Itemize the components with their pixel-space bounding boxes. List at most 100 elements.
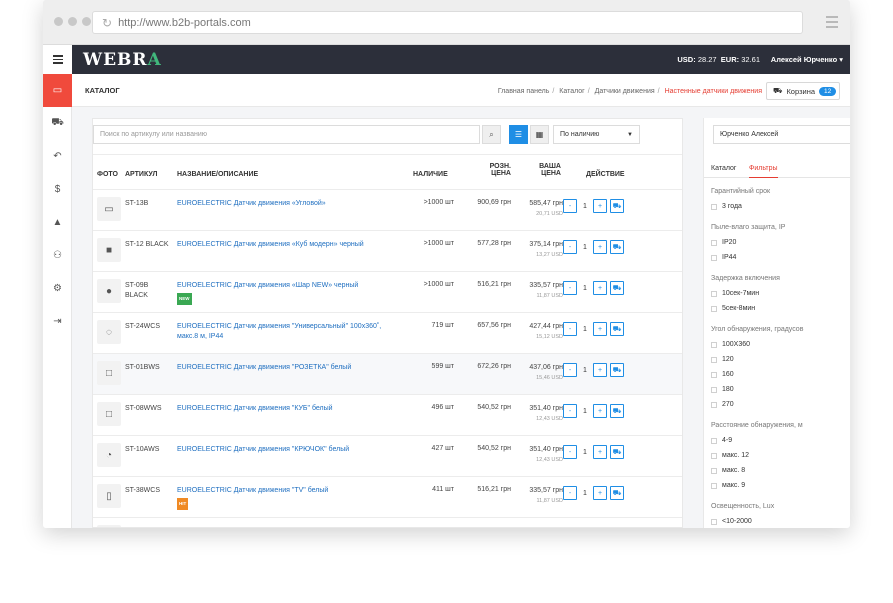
checkbox-icon[interactable]	[711, 290, 717, 297]
menu-toggle-icon[interactable]	[43, 45, 72, 74]
browser-menu-icon[interactable]	[826, 16, 838, 31]
checkbox-icon[interactable]	[711, 203, 717, 210]
product-name[interactable]: EUROELECTRIC Датчик движения "РОЗЕТКА" б…	[177, 363, 392, 373]
product-name[interactable]: EUROELECTRIC Датчик движения "КРЮЧОК" че…	[177, 527, 392, 528]
filter-option[interactable]: 3 года	[711, 203, 742, 210]
filter-option[interactable]: 5сек-8мин	[711, 305, 755, 312]
checkbox-icon[interactable]	[711, 518, 717, 525]
quantity-value[interactable]: 1	[580, 490, 590, 497]
add-to-cart-button[interactable]: ⛟	[610, 404, 624, 418]
grid-view-button[interactable]: ▦	[530, 125, 549, 144]
sidebar-item-returns[interactable]: ↶	[43, 140, 72, 173]
increase-qty-button[interactable]: +	[593, 322, 607, 336]
decrease-qty-button[interactable]: -	[563, 199, 577, 213]
quantity-value[interactable]: 1	[580, 367, 590, 374]
list-view-button[interactable]: ☰	[509, 125, 528, 144]
decrease-qty-button[interactable]: -	[563, 322, 577, 336]
product-photo[interactable]: ◌	[97, 320, 121, 344]
brand-logo[interactable]: WEBRA	[83, 50, 162, 70]
increase-qty-button[interactable]: +	[593, 240, 607, 254]
decrease-qty-button[interactable]: -	[563, 363, 577, 377]
increase-qty-button[interactable]: +	[593, 527, 607, 528]
checkbox-icon[interactable]	[711, 371, 717, 378]
product-name[interactable]: EUROELECTRIC Датчик движения «Угловой»	[177, 199, 392, 209]
increase-qty-button[interactable]: +	[593, 445, 607, 459]
increase-qty-button[interactable]: +	[593, 363, 607, 377]
quantity-value[interactable]: 1	[580, 285, 590, 292]
product-name[interactable]: EUROELECTRIC Датчик движения "Универсаль…	[177, 322, 392, 342]
window-dot-icon[interactable]	[54, 17, 63, 26]
decrease-qty-button[interactable]: -	[563, 527, 577, 528]
cart-button[interactable]: ⛟ Корзина 12	[766, 82, 840, 100]
product-photo[interactable]: □	[97, 361, 121, 385]
decrease-qty-button[interactable]: -	[563, 404, 577, 418]
sidebar-item-logout[interactable]: ⇥	[43, 305, 72, 338]
filter-option[interactable]: 120	[711, 356, 734, 363]
checkbox-icon[interactable]	[711, 482, 717, 489]
filter-option[interactable]: макс. 12	[711, 452, 749, 459]
quantity-value[interactable]: 1	[580, 244, 590, 251]
tab-catalog[interactable]: Каталог	[711, 165, 736, 172]
add-to-cart-button[interactable]: ⛟	[610, 240, 624, 254]
checkbox-icon[interactable]	[711, 452, 717, 459]
filter-option[interactable]: 10сек-7мин	[711, 290, 759, 297]
product-photo[interactable]: ▭	[97, 197, 121, 221]
user-menu[interactable]: Алексей Юрченко ▾	[771, 55, 843, 64]
increase-qty-button[interactable]: +	[593, 486, 607, 500]
checkbox-icon[interactable]	[711, 305, 717, 312]
tab-filters[interactable]: Фильтры	[749, 165, 778, 178]
decrease-qty-button[interactable]: -	[563, 240, 577, 254]
increase-qty-button[interactable]: +	[593, 404, 607, 418]
add-to-cart-button[interactable]: ⛟	[610, 322, 624, 336]
sidebar-item-learning[interactable]: ▲	[43, 206, 72, 239]
breadcrumb-link[interactable]: Главная панель	[498, 88, 550, 95]
product-name[interactable]: EUROELECTRIC Датчик движения "КУБ" белый	[177, 404, 392, 414]
increase-qty-button[interactable]: +	[593, 199, 607, 213]
product-photo[interactable]: □	[97, 402, 121, 426]
product-name[interactable]: EUROELECTRIC Датчик движения «Куб модерн…	[177, 240, 392, 250]
quantity-value[interactable]: 1	[580, 408, 590, 415]
product-photo[interactable]: ▯	[97, 484, 121, 508]
address-bar[interactable]: ↻ http://www.b2b-portals.com	[92, 11, 803, 34]
quantity-value[interactable]: 1	[580, 449, 590, 456]
filter-option[interactable]: IP44	[711, 254, 736, 261]
product-photo[interactable]: ■	[97, 238, 121, 262]
sort-select[interactable]: По наличию ▼	[553, 125, 640, 144]
checkbox-icon[interactable]	[711, 254, 717, 261]
add-to-cart-button[interactable]: ⛟	[610, 486, 624, 500]
add-to-cart-button[interactable]: ⛟	[610, 363, 624, 377]
filter-option[interactable]: <10-2000	[711, 518, 752, 525]
filter-option[interactable]: 4-9	[711, 437, 732, 444]
quantity-value[interactable]: 1	[580, 203, 590, 210]
filter-option[interactable]: 270	[711, 401, 734, 408]
filter-option[interactable]: IP20	[711, 239, 736, 246]
sidebar-item-finance[interactable]: $	[43, 173, 72, 206]
filter-option[interactable]: 180	[711, 386, 734, 393]
increase-qty-button[interactable]: +	[593, 281, 607, 295]
checkbox-icon[interactable]	[711, 356, 717, 363]
add-to-cart-button[interactable]: ⛟	[610, 199, 624, 213]
search-button[interactable]: ⌕	[482, 125, 501, 144]
filter-option[interactable]: 100Х360	[711, 341, 750, 348]
product-name[interactable]: EUROELECTRIC Датчик движения «Шар NEW» ч…	[177, 281, 392, 305]
customer-select[interactable]: Юрченко Алексей▼	[713, 125, 850, 144]
search-input[interactable]: Поиск по артикулу или названию	[93, 125, 480, 144]
checkbox-icon[interactable]	[711, 341, 717, 348]
product-photo[interactable]: ◔	[97, 443, 121, 467]
sidebar-item-cart[interactable]: ⛟	[43, 107, 72, 140]
sidebar-item-users[interactable]: ⚇	[43, 239, 72, 272]
add-to-cart-button[interactable]: ⛟	[610, 281, 624, 295]
sidebar-item-user-settings[interactable]: ⚙	[43, 272, 72, 305]
breadcrumb-link[interactable]: Датчики движения	[595, 88, 655, 95]
add-to-cart-button[interactable]: ⛟	[610, 527, 624, 528]
filter-option[interactable]: макс. 8	[711, 467, 745, 474]
checkbox-icon[interactable]	[711, 437, 717, 444]
checkbox-icon[interactable]	[711, 239, 717, 246]
decrease-qty-button[interactable]: -	[563, 281, 577, 295]
add-to-cart-button[interactable]: ⛟	[610, 445, 624, 459]
breadcrumb-link[interactable]: Каталог	[559, 88, 584, 95]
decrease-qty-button[interactable]: -	[563, 445, 577, 459]
product-name[interactable]: EUROELECTRIC Датчик движения "TV" белый H…	[177, 486, 392, 510]
product-photo[interactable]: ●	[97, 279, 121, 303]
quantity-value[interactable]: 1	[580, 326, 590, 333]
